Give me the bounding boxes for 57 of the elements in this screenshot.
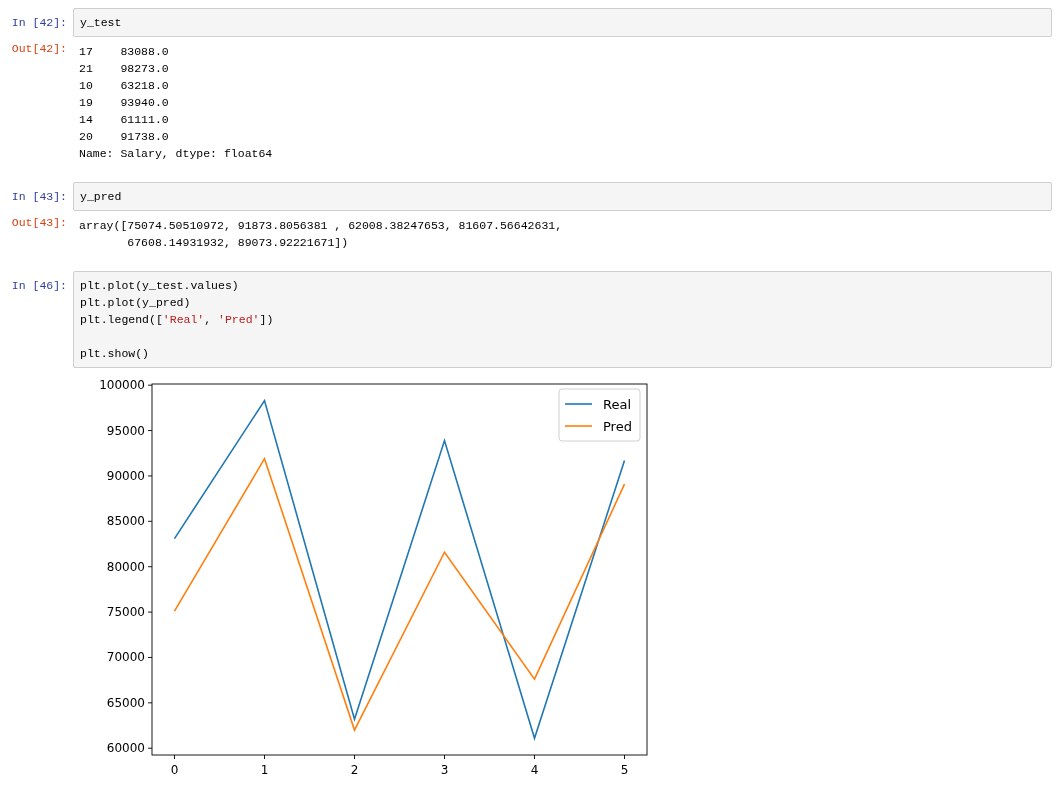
output-line: 14 61111.0 <box>79 112 169 128</box>
axis-tick-label: 0 <box>170 763 179 777</box>
legend-label: Real <box>603 397 632 412</box>
tick-mark <box>534 754 535 760</box>
tick-mark <box>147 430 153 431</box>
code-line: plt.legend(['Real', 'Pred']) <box>80 312 274 328</box>
legend-label: Pred <box>603 419 632 434</box>
tick-mark <box>264 754 265 760</box>
tick-mark <box>147 384 153 386</box>
tick-mark <box>354 754 355 760</box>
axis-tick-label: 70000 <box>106 650 145 665</box>
output-line: 20 91738.0 <box>79 129 169 145</box>
output-line: 19 93940.0 <box>79 95 169 111</box>
axis-tick-label: 3 <box>440 763 449 777</box>
output-line: 10 63218.0 <box>79 78 169 94</box>
axis-tick-label: 90000 <box>106 468 145 483</box>
code-line: plt.plot(y_test.values) <box>80 278 239 294</box>
axis-tick-label: 80000 <box>106 559 145 574</box>
tick-mark <box>624 754 625 760</box>
code-line: plt.plot(y_pred) <box>80 295 191 311</box>
output-line: 17 83088.0 <box>79 44 169 60</box>
input-prompt: In [46]: <box>10 278 68 294</box>
output-line: Name: Salary, dtype: float64 <box>79 146 273 162</box>
tick-mark <box>147 747 153 749</box>
code-cell[interactable]: y_test <box>73 8 1052 37</box>
axis-tick-label: 65000 <box>106 695 145 710</box>
input-prompt: In [43]: <box>10 189 68 205</box>
output-prompt: Out[42]: <box>10 41 68 57</box>
axis-tick-label: 5 <box>620 763 629 777</box>
code-line: y_test <box>80 15 122 31</box>
tick-mark <box>174 754 175 760</box>
tick-mark <box>147 520 153 522</box>
output-line: array([75074.50510972, 91873.8056381 , 62008.38247653, 81607.56642631, <box>79 218 563 234</box>
input-prompt: In [42]: <box>10 15 68 31</box>
axis-tick-label: 100000 <box>99 378 145 393</box>
output-line: 21 98273.0 <box>79 61 169 77</box>
code-line: plt.show() <box>80 346 149 362</box>
output-prompt: Out[43]: <box>10 215 68 231</box>
axis-tick-label: 75000 <box>106 605 145 620</box>
axis-tick-label: 95000 <box>106 423 145 438</box>
tick-mark <box>147 702 153 704</box>
tick-mark <box>147 475 153 477</box>
axis-tick-label: 2 <box>350 763 359 777</box>
code-cell[interactable]: y_pred <box>73 182 1052 211</box>
tick-mark <box>147 566 153 568</box>
output-line: 67608.14931932, 89073.92221671]) <box>126 235 349 251</box>
code-cell[interactable]: plt.plot(y_test.values) plt.plot(y_pred) plt.legend(['Real', 'Pred']) plt.show() <box>73 271 1052 368</box>
tick-mark <box>147 611 153 613</box>
tick-mark <box>147 657 153 658</box>
axis-tick-label: 4 <box>530 763 539 777</box>
axis-tick-label: 1 <box>260 763 269 777</box>
legend-entry: Pred <box>564 419 632 434</box>
axis-tick-label: 60000 <box>106 741 145 756</box>
axis-tick-label: 85000 <box>106 514 145 529</box>
code-line: y_pred <box>80 189 122 205</box>
tick-mark <box>444 754 445 760</box>
legend-entry: Real <box>564 397 632 412</box>
